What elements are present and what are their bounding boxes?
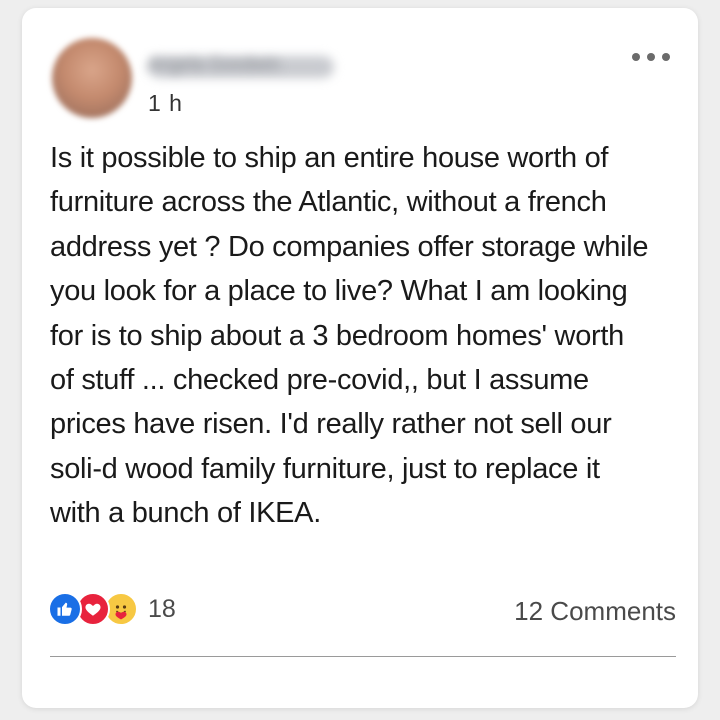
divider <box>50 656 676 657</box>
more-options-icon <box>632 53 640 61</box>
comments-link[interactable]: 12 Comments <box>514 596 676 627</box>
more-options-icon <box>647 53 655 61</box>
post-timestamp[interactable]: 1 h <box>148 90 183 117</box>
like-icon <box>48 592 82 626</box>
reaction-count: 18 <box>148 594 176 623</box>
more-options-button[interactable] <box>632 46 670 68</box>
reactions-summary[interactable]: 18 <box>48 592 176 626</box>
avatar[interactable] <box>52 38 132 118</box>
post-body: Is it possible to ship an entire house w… <box>50 142 649 530</box>
post-card: Angela Goodwin 1 h Is it possible to shi… <box>22 8 698 708</box>
author-name[interactable]: Angela Goodwin <box>148 54 334 75</box>
more-options-icon <box>662 53 670 61</box>
